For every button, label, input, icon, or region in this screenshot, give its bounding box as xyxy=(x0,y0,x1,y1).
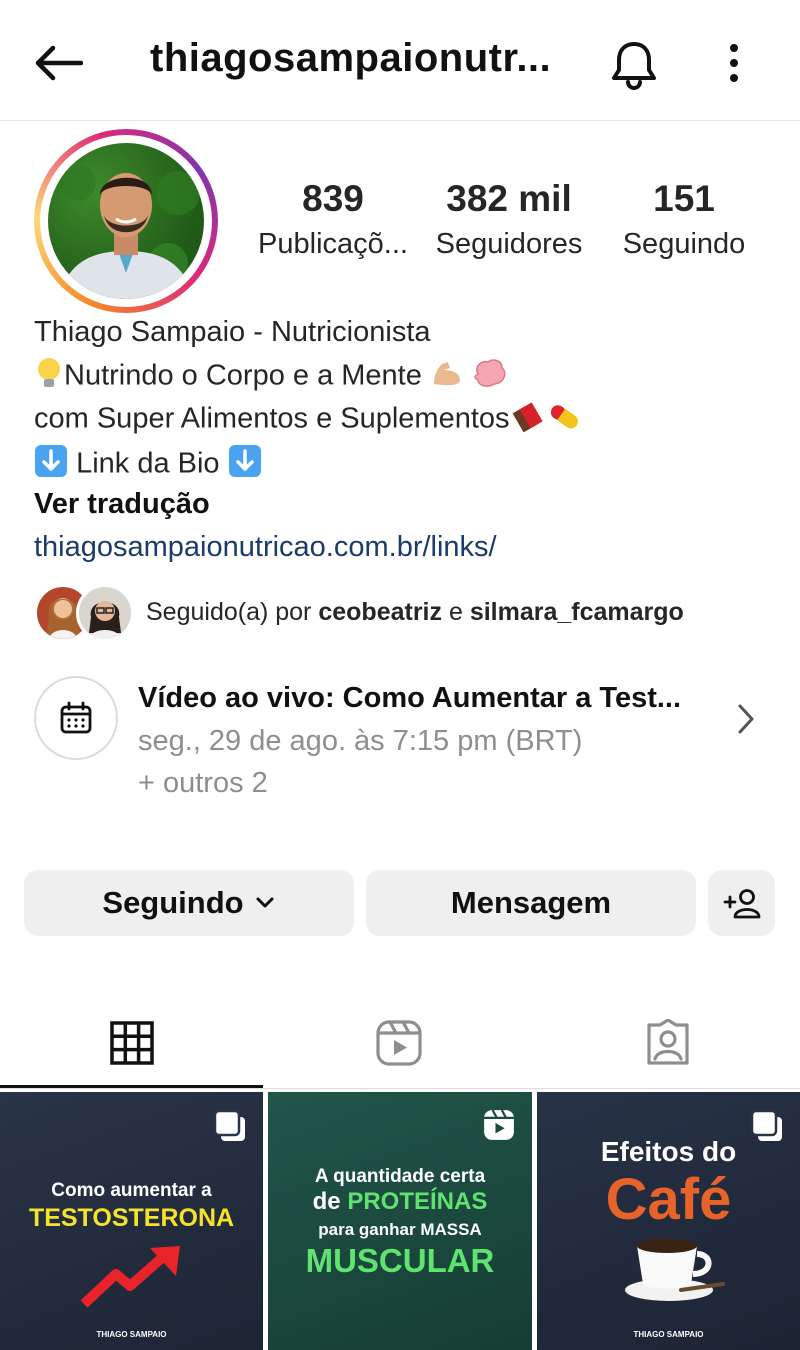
bell-icon xyxy=(612,42,656,90)
bio-line-2: com Super Alimentos e Suplementos xyxy=(34,400,584,440)
event-icon-circle xyxy=(34,676,118,760)
post-2-line-2: de PROTEÍNAS xyxy=(268,1188,532,1216)
stat-posts[interactable]: 839 Publicaçõ... xyxy=(250,178,416,261)
post-thumbnail-1[interactable]: Como aumentar a TESTOSTERONA THIAGO SAMP… xyxy=(0,1092,263,1350)
stat-posts-label: Publicaçõ... xyxy=(258,228,408,260)
grid-icon xyxy=(109,1020,154,1065)
stat-followers[interactable]: 382 mil Seguidores xyxy=(426,178,592,261)
post-3-line-1: Efeitos do xyxy=(600,1136,737,1167)
stat-following-value: 151 xyxy=(653,178,715,219)
suggest-users-button[interactable] xyxy=(708,870,775,936)
flexed-biceps-icon xyxy=(430,358,464,396)
post-2-line-1: A quantidade certa xyxy=(314,1166,486,1187)
follower-avatar-2 xyxy=(76,584,134,642)
post-2-line-4: MUSCULAR xyxy=(305,1242,495,1279)
stat-following-label: Seguindo xyxy=(622,228,746,260)
multi-image-icon xyxy=(213,1109,245,1141)
post-2-line-2a: de xyxy=(312,1188,341,1215)
post-1-brand: THIAGO SAMPAIO xyxy=(96,1330,167,1339)
follower-username-1[interactable]: ceobeatriz xyxy=(318,598,442,626)
rising-arrow-icon xyxy=(80,1246,180,1308)
following-button[interactable]: Seguindo xyxy=(24,870,354,936)
post-1-line-1: Como aumentar a xyxy=(51,1180,212,1201)
profile-name: Thiago Sampaio - Nutricionista xyxy=(34,316,431,348)
message-button[interactable]: Mensagem xyxy=(366,870,696,936)
chocolate-bar-icon xyxy=(510,400,546,440)
down-arrow-icon xyxy=(228,444,262,486)
followed-by-prefix: Seguido(a) por xyxy=(146,598,312,626)
stat-following[interactable]: 151 Seguindo xyxy=(606,178,762,261)
coffee-cup-icon xyxy=(625,1239,725,1301)
add-person-icon xyxy=(723,889,760,919)
post-3-line-2: Café xyxy=(605,1167,732,1232)
back-button[interactable] xyxy=(28,36,88,90)
brain-icon xyxy=(472,358,508,396)
bio-line-2-text: com Super Alimentos e Suplementos xyxy=(34,402,510,435)
stat-posts-value: 839 xyxy=(302,178,364,219)
reels-icon xyxy=(484,1109,514,1140)
post-thumbnail-3[interactable]: Efeitos do Café THIAGO SAMPAIO xyxy=(537,1092,800,1350)
notifications-button[interactable] xyxy=(606,38,662,94)
message-button-label: Mensagem xyxy=(450,885,612,920)
chevron-down-icon xyxy=(256,897,274,908)
followed-by-row[interactable]: Seguido(a) por ceobeatriz e silmara_fcam… xyxy=(34,584,774,642)
bio-line-1-text: Nutrindo o Corpo e a Mente xyxy=(64,359,422,392)
tab-posts-grid[interactable] xyxy=(0,1000,263,1088)
stat-followers-label: Seguidores xyxy=(435,228,583,260)
pill-icon xyxy=(546,400,584,440)
upcoming-event-card[interactable]: Vídeo ao vivo: Como Aumentar a Test... s… xyxy=(34,672,774,807)
event-title: Vídeo ao vivo: Como Aumentar a Test... xyxy=(138,682,682,714)
lightbulb-icon xyxy=(34,356,64,398)
following-button-label: Seguindo xyxy=(102,885,244,920)
avatar xyxy=(48,143,204,299)
more-options-button[interactable] xyxy=(712,38,756,88)
profile-tabs xyxy=(0,1000,800,1089)
bio-line-1: Nutrindo o Corpo e a Mente xyxy=(34,356,508,398)
see-translation-link[interactable]: Ver tradução xyxy=(34,488,210,521)
post-1-line-2: TESTOSTERONA xyxy=(28,1204,235,1232)
more-vertical-icon xyxy=(730,44,738,82)
profile-username: thiagosampaionutr... xyxy=(150,36,552,80)
post-2-line-3: para ganhar MASSA xyxy=(318,1220,482,1239)
reels-icon xyxy=(376,1020,422,1066)
followed-by-connector: e xyxy=(448,598,463,626)
down-arrow-icon xyxy=(34,444,68,486)
post-thumbnail-2[interactable]: A quantidade certa de PROTEÍNAS para gan… xyxy=(268,1092,532,1350)
stat-followers-value: 382 mil xyxy=(446,178,572,219)
calendar-icon xyxy=(60,701,92,734)
post-2-line-2b: PROTEÍNAS xyxy=(347,1188,488,1215)
followed-by-text: Seguido(a) por ceobeatriz e silmara_fcam… xyxy=(146,598,684,627)
bio-line-3: Link da Bio xyxy=(34,444,262,486)
chevron-right-icon xyxy=(736,702,756,741)
bio-website-link[interactable]: thiagosampaionutricao.com.br/links/ xyxy=(34,531,497,564)
event-more: + outros 2 xyxy=(138,767,268,799)
tab-reels[interactable] xyxy=(266,1000,532,1086)
tagged-icon xyxy=(646,1019,689,1065)
top-bar: thiagosampaionutr... xyxy=(0,0,800,121)
event-date: seg., 29 de ago. às 7:15 pm (BRT) xyxy=(138,725,583,757)
back-arrow-icon xyxy=(35,45,83,81)
post-3-brand: THIAGO SAMPAIO xyxy=(633,1330,704,1339)
profile-avatar-story-ring[interactable] xyxy=(34,129,218,313)
follower-username-2[interactable]: silmara_fcamargo xyxy=(470,598,684,626)
tab-tagged[interactable] xyxy=(535,1000,800,1086)
bio-line-3-text: Link da Bio xyxy=(76,447,220,480)
